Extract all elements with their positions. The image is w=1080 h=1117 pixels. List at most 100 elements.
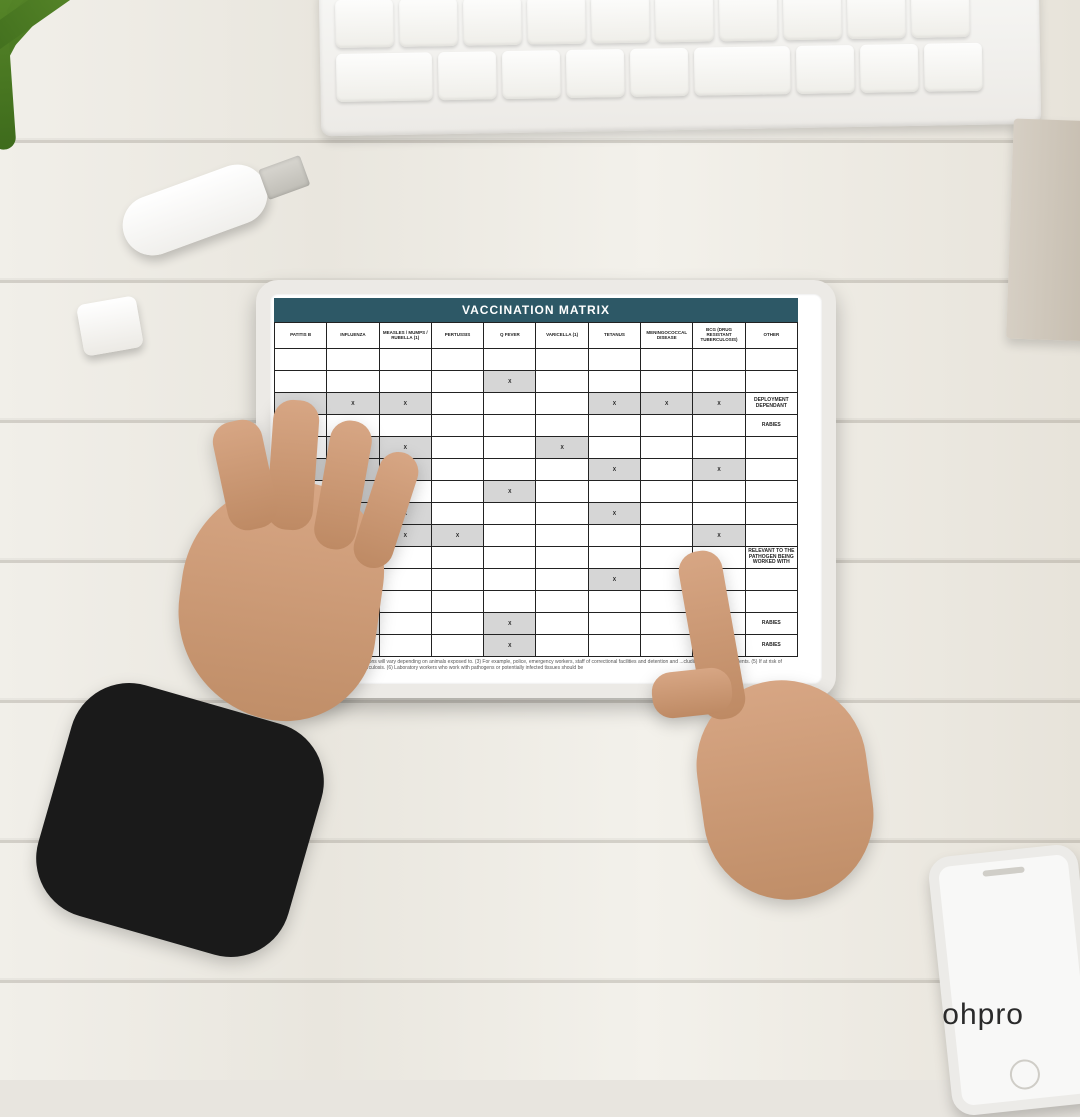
matrix-cell <box>536 635 588 657</box>
matrix-cell <box>641 525 693 547</box>
matrix-cell <box>536 349 588 371</box>
matrix-cell <box>641 349 693 371</box>
matrix-cell <box>588 525 640 547</box>
matrix-cell <box>693 481 745 503</box>
matrix-cell: X <box>536 437 588 459</box>
matrix-cell <box>431 635 483 657</box>
column-header: INFLUENZA <box>327 323 379 349</box>
matrix-cell <box>484 525 536 547</box>
matrix-cell <box>536 613 588 635</box>
matrix-cell <box>431 547 483 569</box>
matrix-cell <box>275 349 327 371</box>
matrix-cell: X <box>588 569 640 591</box>
matrix-cell <box>379 349 431 371</box>
matrix-cell <box>641 503 693 525</box>
matrix-cell <box>327 371 379 393</box>
matrix-cell <box>484 503 536 525</box>
matrix-cell: X <box>693 525 745 547</box>
matrix-cell: X <box>588 393 640 415</box>
matrix-cell <box>484 393 536 415</box>
matrix-cell <box>536 415 588 437</box>
column-header: PATITIS B <box>275 323 327 349</box>
matrix-cell <box>431 437 483 459</box>
column-header: MEASLES / MUMPS / RUBELLA (1) <box>379 323 431 349</box>
phone-prop <box>927 843 1080 1117</box>
brand-watermark: ohpro <box>942 998 1024 1032</box>
matrix-cell: X <box>693 393 745 415</box>
matrix-cell <box>641 437 693 459</box>
matrix-cell <box>745 437 797 459</box>
column-header: BCG (DRUG RESISTANT TUBERCULOSIS) <box>693 323 745 349</box>
matrix-cell <box>693 349 745 371</box>
matrix-cell <box>431 613 483 635</box>
matrix-cell <box>536 569 588 591</box>
matrix-cell <box>431 393 483 415</box>
matrix-cell <box>745 503 797 525</box>
matrix-cell: X <box>693 459 745 481</box>
tablet-home-button[interactable] <box>810 469 828 509</box>
matrix-cell: X <box>484 613 536 635</box>
table-row <box>275 349 798 371</box>
matrix-cell <box>641 415 693 437</box>
matrix-cell <box>379 371 431 393</box>
matrix-cell <box>536 459 588 481</box>
matrix-cell: X <box>431 525 483 547</box>
matrix-cell <box>693 503 745 525</box>
matrix-cell <box>484 459 536 481</box>
matrix-cell <box>588 481 640 503</box>
matrix-cell <box>431 591 483 613</box>
matrix-cell <box>588 635 640 657</box>
matrix-cell <box>484 415 536 437</box>
matrix-cell <box>536 503 588 525</box>
matrix-cell <box>536 591 588 613</box>
plant-prop <box>0 0 160 210</box>
matrix-cell: X <box>588 459 640 481</box>
matrix-cell <box>745 481 797 503</box>
matrix-cell <box>693 371 745 393</box>
right-hand-prop <box>660 560 920 1000</box>
matrix-cell <box>327 349 379 371</box>
table-row: X <box>275 371 798 393</box>
matrix-cell <box>431 569 483 591</box>
matrix-cell <box>484 437 536 459</box>
column-header: VARICELLA (1) <box>536 323 588 349</box>
matrix-cell <box>484 349 536 371</box>
column-header: OTHER <box>745 323 797 349</box>
column-header: TETANUS <box>588 323 640 349</box>
matrix-cell <box>275 371 327 393</box>
matrix-title: VACCINATION MATRIX <box>274 298 798 322</box>
matrix-cell <box>431 371 483 393</box>
left-hand-prop <box>70 400 410 920</box>
matrix-cell <box>588 547 640 569</box>
matrix-cell: X <box>484 481 536 503</box>
matrix-cell: X <box>588 503 640 525</box>
matrix-cell: X <box>484 371 536 393</box>
matrix-cell: X <box>641 393 693 415</box>
matrix-cell <box>641 459 693 481</box>
matrix-cell <box>745 459 797 481</box>
matrix-cell <box>431 503 483 525</box>
usb-cap-prop <box>76 295 144 357</box>
matrix-cell <box>588 437 640 459</box>
matrix-cell <box>588 591 640 613</box>
matrix-cell <box>484 569 536 591</box>
matrix-cell <box>484 591 536 613</box>
matrix-cell <box>431 349 483 371</box>
matrix-cell: DEPLOYMENT DEPENDANT <box>745 393 797 415</box>
matrix-cell <box>484 547 536 569</box>
matrix-cell <box>431 415 483 437</box>
matrix-cell <box>745 525 797 547</box>
matrix-cell <box>536 525 588 547</box>
matrix-cell: RABIES <box>745 415 797 437</box>
matrix-cell <box>693 415 745 437</box>
matrix-cell <box>536 481 588 503</box>
matrix-cell <box>536 547 588 569</box>
matrix-cell <box>588 613 640 635</box>
book-prop <box>1006 118 1080 341</box>
column-header: MENINGOCOCCAL DISEASE <box>641 323 693 349</box>
matrix-cell <box>641 371 693 393</box>
matrix-cell <box>431 459 483 481</box>
matrix-cell <box>588 371 640 393</box>
column-header: Q FEVER <box>484 323 536 349</box>
matrix-cell <box>745 371 797 393</box>
